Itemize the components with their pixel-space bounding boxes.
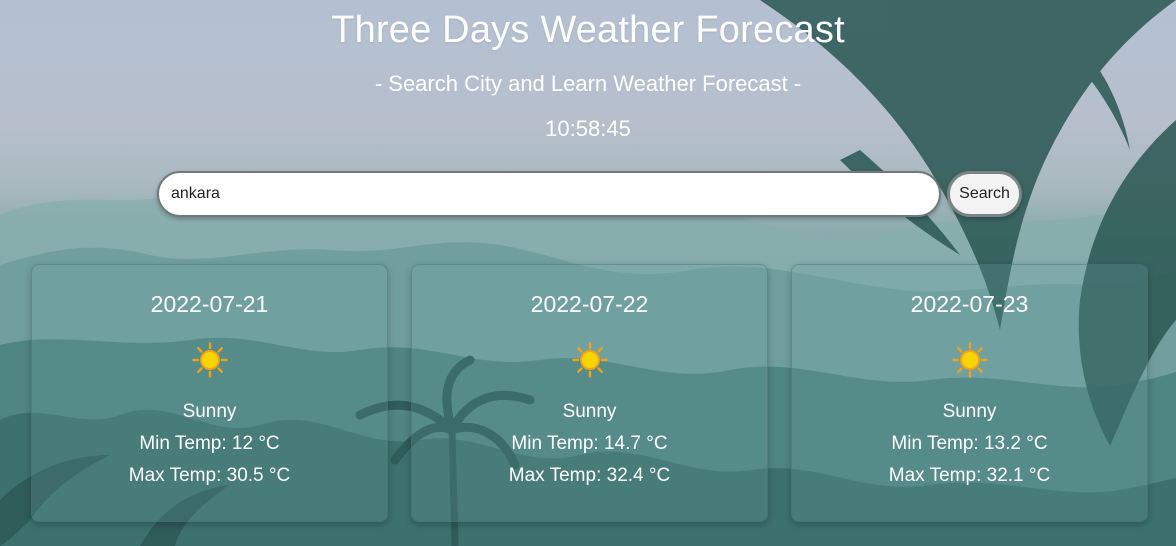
page-subtitle: - Search City and Learn Weather Forecast… xyxy=(374,71,802,96)
forecast-min-temp: Min Temp: 14.7 °C xyxy=(511,433,668,454)
search-button[interactable]: Search xyxy=(947,171,1022,217)
city-search-input[interactable] xyxy=(157,171,941,217)
forecast-max-temp: Max Temp: 30.5 °C xyxy=(128,465,291,486)
page-title: Three Days Weather Forecast xyxy=(331,9,845,51)
forecast-min-temp: Min Temp: 13.2 °C xyxy=(891,433,1048,454)
weather-app: Three Days Weather Forecast - Search Cit… xyxy=(0,0,1176,546)
forecast-card-day-2: 2022-07-22 Sunny Min Temp: 14.7 °C Max T… xyxy=(411,264,768,522)
forecast-date: 2022-07-22 xyxy=(530,291,649,317)
forecast-max-temp: Max Temp: 32.4 °C xyxy=(508,465,671,486)
forecast-min-temp: Min Temp: 12 °C xyxy=(139,433,280,454)
forecast-card-day-1: 2022-07-21 Sunny Min Temp: 12 °C Max Tem… xyxy=(31,264,388,522)
forecast-max-temp: Max Temp: 32.1 °C xyxy=(888,465,1051,486)
sun-icon xyxy=(192,342,228,378)
forecast-date: 2022-07-23 xyxy=(910,291,1029,317)
forecast-date: 2022-07-21 xyxy=(150,291,269,317)
current-time: 10:58:45 xyxy=(545,116,631,141)
forecast-condition: Sunny xyxy=(182,401,237,422)
sun-icon xyxy=(572,342,608,378)
sun-icon xyxy=(952,342,988,378)
forecast-card-day-3: 2022-07-23 Sunny Min Temp: 13.2 °C Max T… xyxy=(791,264,1148,522)
forecast-condition: Sunny xyxy=(942,401,997,422)
forecast-condition: Sunny xyxy=(562,401,617,422)
